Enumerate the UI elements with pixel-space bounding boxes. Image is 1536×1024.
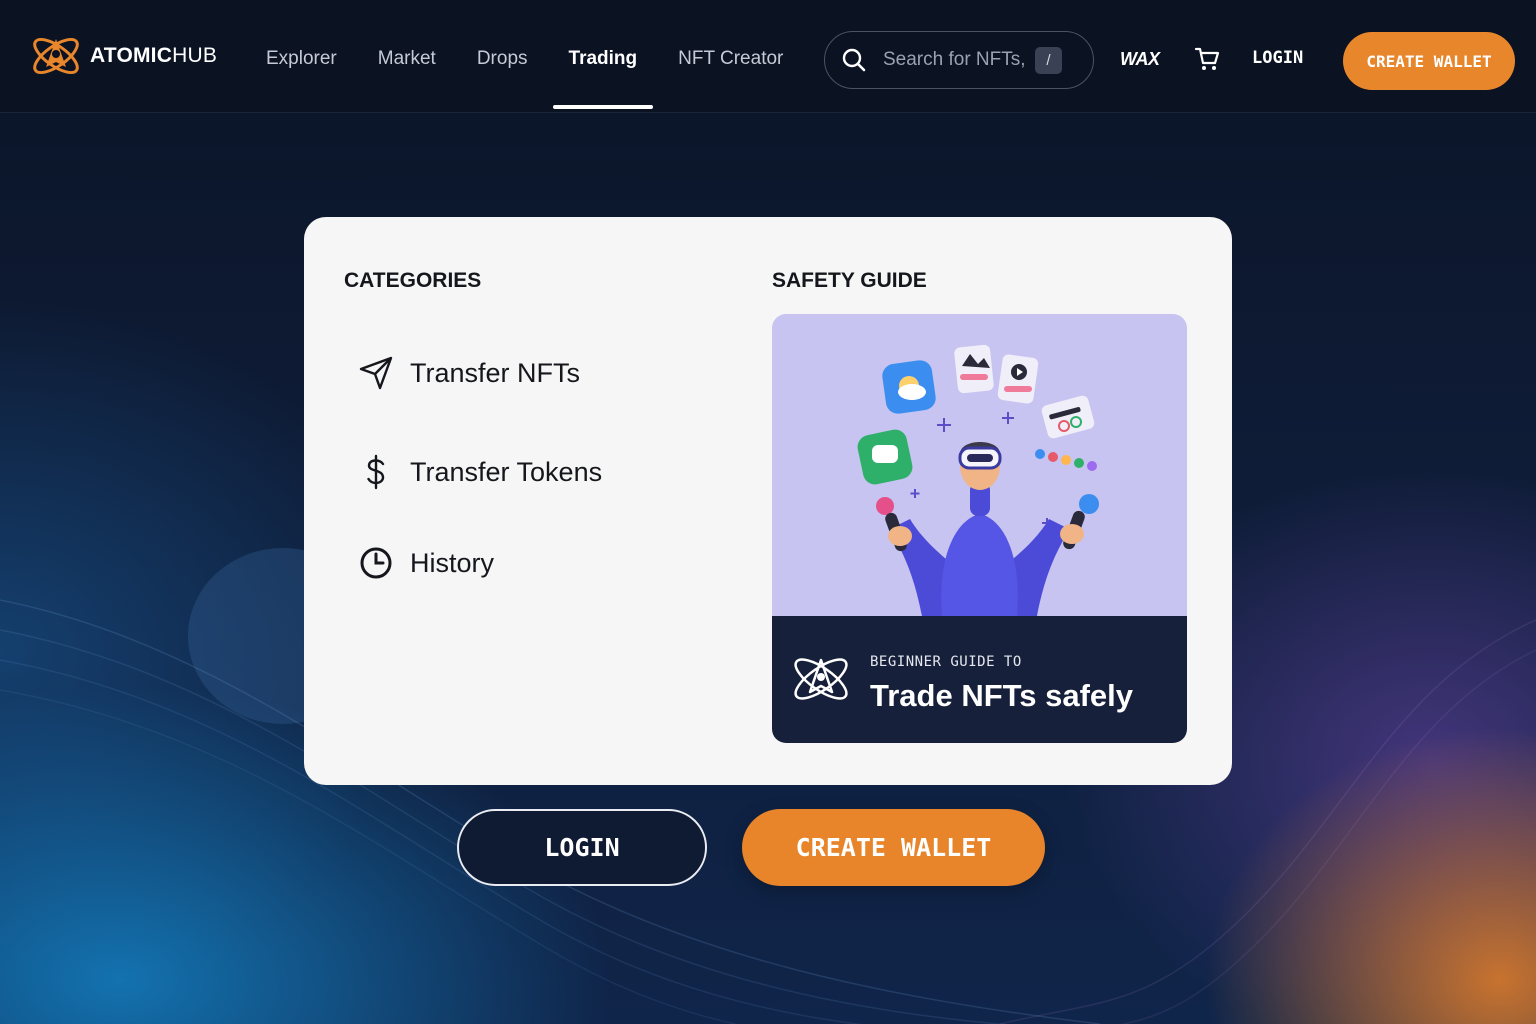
nav-trading[interactable]: Trading bbox=[552, 0, 653, 113]
wax-chain-label[interactable]: WAX bbox=[1120, 49, 1160, 70]
search-input[interactable] bbox=[883, 49, 1033, 71]
category-transfer-tokens[interactable]: Transfer Tokens bbox=[356, 454, 602, 490]
header-login-button[interactable]: LOGIN bbox=[1252, 48, 1303, 68]
nav-nft-creator[interactable]: NFT Creator bbox=[678, 0, 783, 113]
atom-rocket-icon bbox=[33, 37, 79, 75]
atomichub-logo[interactable]: ATOMICHUB bbox=[28, 27, 217, 85]
category-transfer-nfts[interactable]: Transfer NFTs bbox=[356, 355, 580, 391]
safety-guide-heading: SAFETY GUIDE bbox=[772, 269, 927, 292]
clock-icon bbox=[356, 545, 396, 581]
safety-guide-caption: BEGINNER GUIDE TO Trade NFTs safely bbox=[772, 616, 1187, 743]
trading-menu-card: CATEGORIES Transfer NFTs Transfer Tokens… bbox=[304, 217, 1232, 785]
guide-subtitle: BEGINNER GUIDE TO bbox=[870, 654, 1022, 670]
main-nav: Explorer Market Drops Trading NFT Creato… bbox=[266, 0, 824, 113]
login-button[interactable]: LOGIN bbox=[457, 809, 707, 886]
category-history[interactable]: History bbox=[356, 545, 494, 581]
vr-person-illustration bbox=[772, 314, 1187, 616]
search-icon bbox=[842, 48, 866, 72]
category-label: Transfer Tokens bbox=[410, 456, 603, 487]
nav-drops[interactable]: Drops bbox=[477, 0, 528, 113]
category-label: Transfer NFTs bbox=[410, 357, 581, 388]
cart-button[interactable] bbox=[1194, 46, 1220, 77]
header-create-wallet-button[interactable]: CREATE WALLET bbox=[1343, 32, 1515, 90]
search-bar[interactable]: / bbox=[824, 31, 1094, 89]
create-wallet-button[interactable]: CREATE WALLET bbox=[742, 809, 1045, 886]
atom-rocket-icon bbox=[794, 658, 848, 700]
nav-explorer[interactable]: Explorer bbox=[266, 0, 337, 113]
categories-heading: CATEGORIES bbox=[344, 269, 482, 292]
guide-headline: Trade NFTs safely bbox=[870, 678, 1134, 713]
nav-market[interactable]: Market bbox=[378, 0, 436, 113]
safety-guide-banner[interactable]: BEGINNER GUIDE TO Trade NFTs safely bbox=[772, 314, 1187, 743]
send-icon bbox=[356, 355, 396, 391]
cart-icon bbox=[1194, 47, 1220, 70]
logo-wordmark: ATOMICHUB bbox=[90, 44, 218, 67]
search-shortcut-key: / bbox=[1035, 46, 1062, 74]
dollar-icon bbox=[356, 454, 396, 490]
category-label: History bbox=[410, 547, 495, 578]
top-navbar: ATOMICHUB Explorer Market Drops Trading … bbox=[0, 0, 1536, 113]
